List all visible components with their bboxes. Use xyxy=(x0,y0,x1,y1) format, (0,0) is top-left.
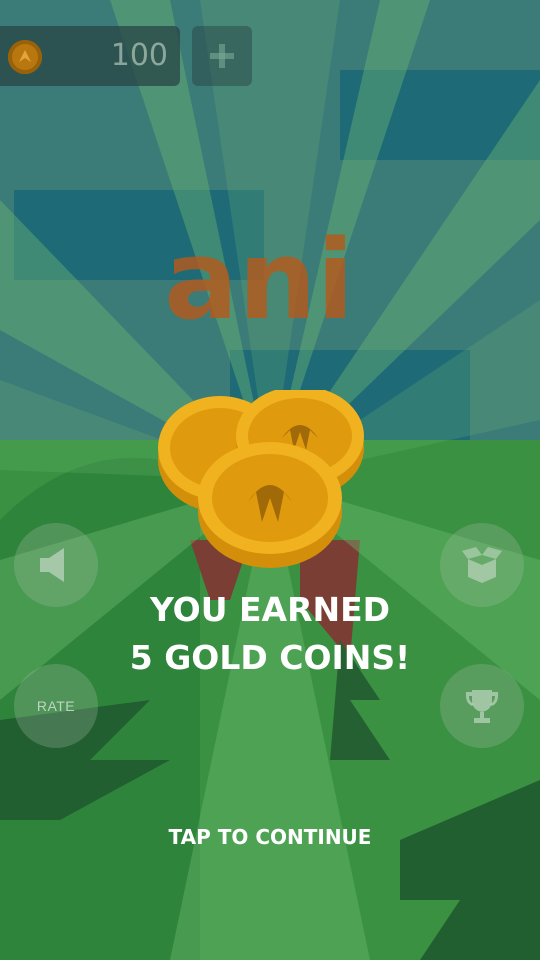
reward-line-1: YOU EARNED xyxy=(149,590,391,629)
add-coins-button[interactable] xyxy=(192,26,252,86)
tap-to-continue[interactable]: TAP TO CONTINUE xyxy=(0,825,540,849)
rate-label: RATE xyxy=(36,698,76,714)
coin-icon xyxy=(8,40,42,74)
coin-count: 100 xyxy=(110,38,168,73)
game-logo: ani xyxy=(164,216,350,338)
trophy-icon xyxy=(465,690,499,723)
gold-coins-graphic xyxy=(158,390,364,568)
plus-icon xyxy=(210,44,234,68)
game-logo-text: ani xyxy=(164,216,350,338)
open-box-icon xyxy=(462,547,502,583)
reward-message: YOU EARNED 5 GOLD COINS! xyxy=(0,586,540,682)
coin-icon xyxy=(198,442,342,568)
coin-counter: 100 xyxy=(0,26,180,86)
reward-line-2: 5 GOLD COINS! xyxy=(129,638,411,677)
speaker-icon xyxy=(40,548,64,582)
